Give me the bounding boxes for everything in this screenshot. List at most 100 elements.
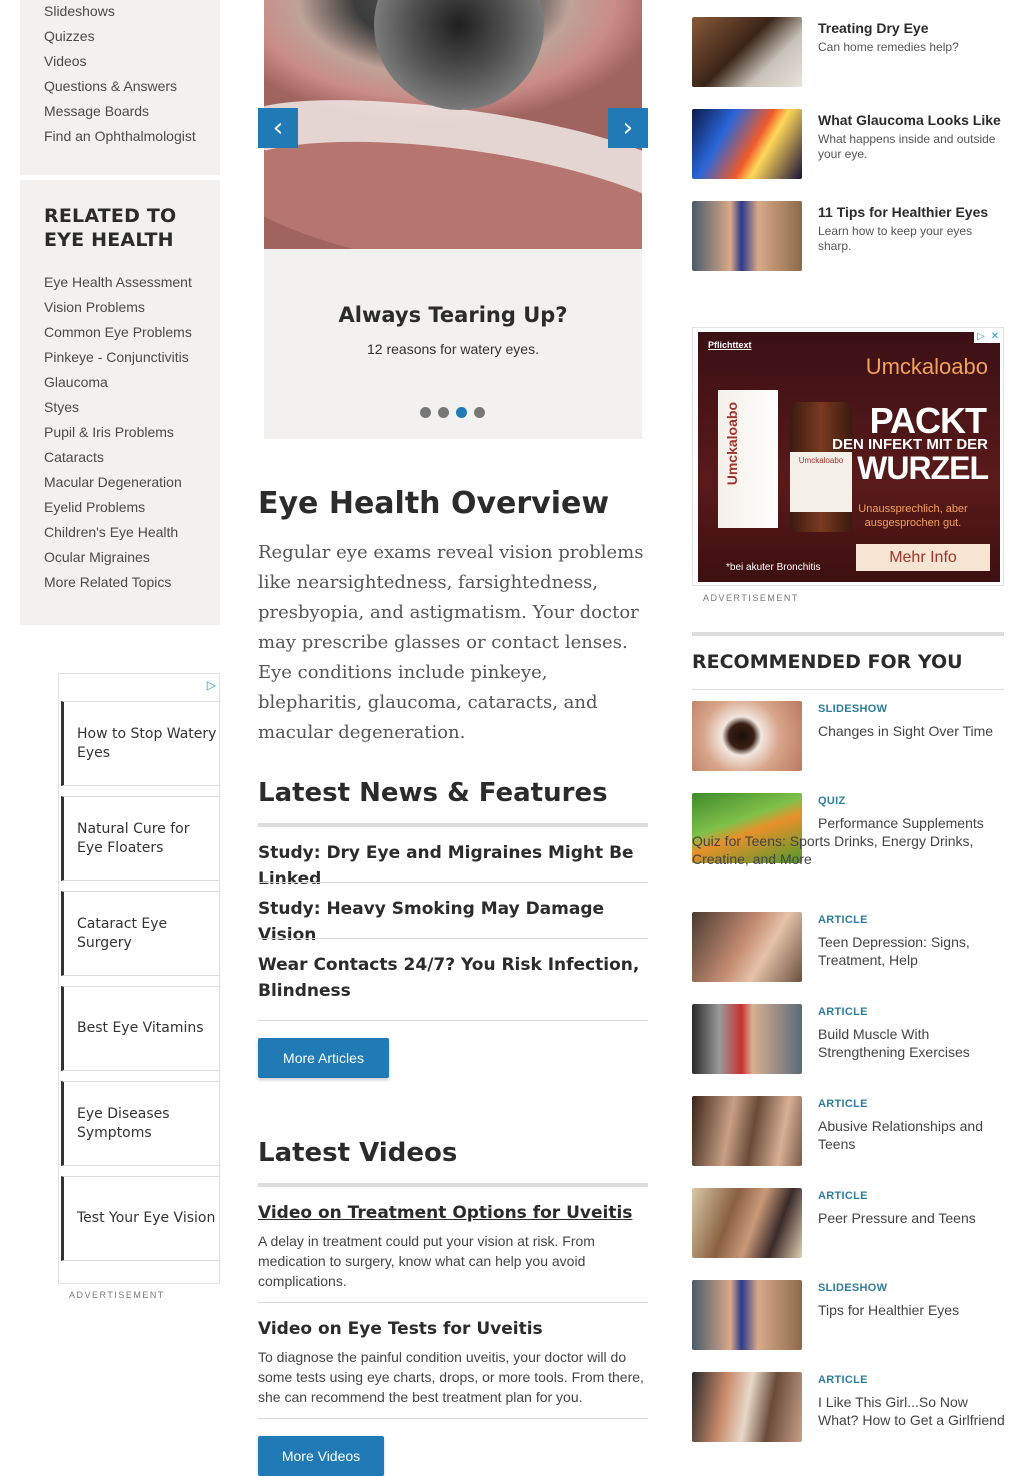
thumbnail-recommended[interactable] xyxy=(692,1188,802,1258)
nav-item-slideshows[interactable]: Slideshows xyxy=(44,1,220,26)
carousel-dot[interactable] xyxy=(474,407,485,418)
thumbnail-recommended[interactable] xyxy=(692,1004,802,1074)
left-text-ad: ▷ How to Stop Watery Eyes Natural Cure f… xyxy=(58,673,220,1284)
ad-brand: Umckaloabo xyxy=(865,354,988,379)
close-icon[interactable]: ✕ xyxy=(988,329,1002,343)
carousel-dot[interactable] xyxy=(438,407,449,418)
recommended-title[interactable]: Performance Supplements Quiz for Teens: … xyxy=(692,814,1004,868)
ad-link[interactable]: Natural Cure for Eye Floaters xyxy=(61,796,220,881)
related-item[interactable]: Eyelid Problems xyxy=(44,497,220,522)
carousel-next-button[interactable]: › xyxy=(608,108,648,148)
related-item[interactable]: Macular Degeneration xyxy=(44,472,220,497)
ad-box-label: Umckaloabo xyxy=(724,402,740,486)
recommended-title[interactable]: Teen Depression: Signs, Treatment, Help xyxy=(818,933,1008,969)
left-nav-top: Slideshows Quizzes Videos Questions & An… xyxy=(20,0,220,175)
related-item[interactable]: Common Eye Problems xyxy=(44,322,220,347)
recommended-title[interactable]: Peer Pressure and Teens xyxy=(818,1209,1008,1227)
related-item[interactable]: Ocular Migraines xyxy=(44,547,220,572)
right-item-title[interactable]: 11 Tips for Healthier Eyes xyxy=(818,204,988,220)
nav-item-message-boards[interactable]: Message Boards xyxy=(44,101,220,126)
advertisement-label: ADVERTISEMENT xyxy=(69,1290,165,1300)
left-nav-top-list: Slideshows Quizzes Videos Questions & An… xyxy=(20,0,220,151)
nav-item-find-ophthalmologist[interactable]: Find an Ophthalmologist xyxy=(44,126,220,151)
nav-item-qa[interactable]: Questions & Answers xyxy=(44,76,220,101)
content-type-label: ARTICLE xyxy=(818,914,868,926)
recommended-title[interactable]: Tips for Healthier Eyes xyxy=(818,1301,1008,1319)
divider xyxy=(258,1302,648,1303)
news-item[interactable]: Study: Heavy Smoking May Damage Vision xyxy=(258,896,648,948)
thumbnail-recommended[interactable] xyxy=(692,1096,802,1166)
nav-item-quizzes[interactable]: Quizzes xyxy=(44,26,220,51)
right-item-subtitle: Learn how to keep your eyes sharp. xyxy=(818,224,973,253)
advertisement-label: ADVERTISEMENT xyxy=(703,593,799,603)
related-item[interactable]: Children's Eye Health xyxy=(44,522,220,547)
related-item-more[interactable]: More Related Topics xyxy=(44,572,220,597)
section-divider xyxy=(258,823,648,827)
chevron-right-icon: › xyxy=(622,113,634,143)
adchoices-icon[interactable]: ▷ xyxy=(974,329,988,343)
related-heading-line1: RELATED TO xyxy=(44,205,177,227)
carousel-prev-button[interactable]: ‹ xyxy=(258,108,298,148)
chevron-left-icon: ‹ xyxy=(272,113,284,143)
thumbnail-dry-eye[interactable] xyxy=(692,17,802,87)
ad-link[interactable]: Best Eye Vitamins xyxy=(61,986,220,1071)
related-item[interactable]: Vision Problems xyxy=(44,297,220,322)
section-divider xyxy=(692,632,1004,636)
video-title-link[interactable]: Video on Treatment Options for Uveitis xyxy=(258,1203,632,1223)
news-item[interactable]: Wear Contacts 24/7? You Risk Infection, … xyxy=(258,952,648,1004)
content-type-label: ARTICLE xyxy=(818,1190,868,1202)
ad-pflichttext-link[interactable]: Pflichttext xyxy=(708,340,752,350)
related-item[interactable]: Pupil & Iris Problems xyxy=(44,422,220,447)
right-item-title[interactable]: What Glaucoma Looks Like xyxy=(818,112,1001,128)
related-heading: RELATED TO EYE HEALTH xyxy=(20,180,220,252)
carousel-dot[interactable] xyxy=(420,407,431,418)
recommended-title[interactable]: Changes in Sight Over Time xyxy=(818,722,1008,740)
thumbnail-glaucoma[interactable] xyxy=(692,109,802,179)
overview-text: Regular eye exams reveal vision problems… xyxy=(258,542,644,743)
ad-cta-button[interactable]: Mehr Info xyxy=(856,544,990,571)
divider xyxy=(692,689,1004,690)
ad-banner[interactable]: Pflichttext Umckaloabo Umckaloabo Umckal… xyxy=(698,332,1000,582)
related-item[interactable]: Styes xyxy=(44,397,220,422)
carousel-title[interactable]: Always Tearing Up? xyxy=(264,303,642,327)
related-heading-line2: EYE HEALTH xyxy=(44,229,174,251)
related-item[interactable]: Pinkeye - Conjunctivitis xyxy=(44,347,220,372)
display-ad[interactable]: Pflichttext Umckaloabo Umckaloabo Umckal… xyxy=(692,327,1004,586)
slideshow-carousel: Always Tearing Up? 12 reasons for watery… xyxy=(264,0,642,439)
videos-heading: Latest Videos xyxy=(258,1138,458,1168)
news-item[interactable]: Study: Dry Eye and Migraines Might Be Li… xyxy=(258,840,648,892)
recommended-title[interactable]: Build Muscle With Strengthening Exercise… xyxy=(818,1025,1008,1061)
recommended-title[interactable]: Abusive Relationships and Teens xyxy=(818,1117,1008,1153)
thumbnail-recommended[interactable] xyxy=(692,701,802,771)
video-title[interactable]: Video on Eye Tests for Uveitis xyxy=(258,1319,543,1339)
news-heading: Latest News & Features xyxy=(258,778,608,808)
adchoices-icon[interactable]: ▷ xyxy=(207,678,216,692)
carousel-dot-active[interactable] xyxy=(456,407,467,418)
right-item-title[interactable]: Treating Dry Eye xyxy=(818,20,929,36)
more-articles-button[interactable]: More Articles xyxy=(258,1038,389,1078)
thumbnail-healthier-eyes[interactable] xyxy=(692,201,802,271)
recommended-heading: RECOMMENDED FOR YOU xyxy=(692,651,963,673)
right-item-subtitle: What happens inside and outside your eye… xyxy=(818,132,996,161)
more-videos-button[interactable]: More Videos xyxy=(258,1436,384,1476)
video-description: A delay in treatment could put your visi… xyxy=(258,1233,595,1289)
ad-link[interactable]: Eye Diseases Symptoms xyxy=(61,1081,220,1166)
divider xyxy=(258,1020,648,1021)
ad-link[interactable]: Cataract Eye Surgery xyxy=(61,891,220,976)
ad-link[interactable]: Test Your Eye Vision xyxy=(61,1176,220,1261)
content-type-label: SLIDESHOW xyxy=(818,1282,888,1294)
divider xyxy=(258,1418,648,1419)
content-type-label: ARTICLE xyxy=(818,1098,868,1110)
carousel-subtitle: 12 reasons for watery eyes. xyxy=(367,341,539,357)
thumbnail-recommended[interactable] xyxy=(692,912,802,982)
thumbnail-recommended[interactable] xyxy=(692,1372,802,1442)
content-type-label: SLIDESHOW xyxy=(818,703,888,715)
thumbnail-recommended[interactable] xyxy=(692,1280,802,1350)
related-item[interactable]: Cataracts xyxy=(44,447,220,472)
recommended-title[interactable]: I Like This Girl...So Now What? How to G… xyxy=(818,1393,1008,1429)
related-item[interactable]: Eye Health Assessment xyxy=(44,272,220,297)
related-item[interactable]: Glaucoma xyxy=(44,372,220,397)
carousel-image[interactable] xyxy=(264,0,642,249)
nav-item-videos[interactable]: Videos xyxy=(44,51,220,76)
ad-link[interactable]: How to Stop Watery Eyes xyxy=(61,701,220,786)
